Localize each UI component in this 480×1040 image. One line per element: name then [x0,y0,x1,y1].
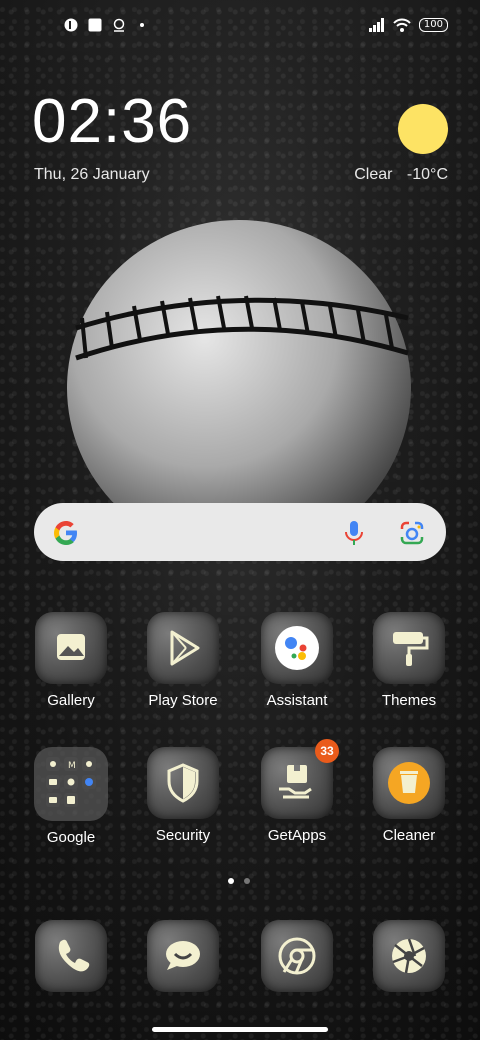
weather-temperature: -10°C [406,166,448,183]
page-dot[interactable] [244,878,250,884]
app-label: Gallery [47,692,95,709]
app-gallery[interactable]: Gallery [16,612,126,709]
dock-camera[interactable] [354,920,464,992]
app-label: Google [46,829,96,846]
camera-aperture-icon [373,920,445,992]
status-bar: 100 [0,0,480,56]
clock-date[interactable]: Thu, 26 January [34,166,150,184]
weather-condition: Clear [354,166,393,183]
sun-icon[interactable] [398,104,448,154]
app-label: Security [155,827,211,844]
play-store-icon [147,612,219,684]
status-left [64,18,144,32]
dock-chrome[interactable] [242,920,352,992]
page-dot-active [228,878,234,884]
app-assistant[interactable]: Assistant [242,612,352,709]
signal-icon [368,18,384,32]
trash-bin-icon [373,747,445,819]
chrome-icon [261,920,333,992]
weather-text[interactable]: Clear -10°C [354,166,448,184]
app-label: Cleaner [382,827,436,844]
app-label: Play Store [148,692,218,709]
gallery-icon [35,612,107,684]
clock-time[interactable]: 02:36 [32,86,192,157]
assistant-icon [261,612,333,684]
app-label: Assistant [266,692,328,709]
more-notifications-dot [140,23,144,27]
app-label: GetApps [267,827,327,844]
shield-icon [147,747,219,819]
dock-phone[interactable] [16,920,126,992]
chat-icon [147,920,219,992]
dock-messaging[interactable] [128,920,238,992]
folder-google[interactable]: M Google [16,747,126,846]
google-search-bar[interactable] [34,503,446,561]
square-icon [88,18,102,32]
phone-icon [35,920,107,992]
location-icon [113,18,125,32]
notification-icon [64,18,78,32]
google-folder-icon: M [34,747,108,821]
svg-text:M: M [68,761,76,771]
google-icon[interactable] [52,519,80,547]
getapps-box-icon: 33 [261,739,339,819]
page-indicator [228,878,250,884]
home-gesture-bar[interactable] [152,1027,328,1032]
notification-badge: 33 [315,739,339,763]
microphone-icon[interactable] [342,519,366,547]
app-security[interactable]: Security [128,747,238,844]
app-cleaner[interactable]: Cleaner [354,747,464,844]
app-themes[interactable]: Themes [354,612,464,709]
wifi-icon [393,18,411,32]
google-lens-icon[interactable] [398,519,426,547]
paint-roller-icon [373,612,445,684]
app-getapps[interactable]: 33 GetApps [242,739,352,844]
baseball-wallpaper-art [67,220,411,518]
app-play-store[interactable]: Play Store [128,612,238,709]
app-label: Themes [381,692,437,709]
battery-indicator: 100 [418,18,448,32]
status-right: 100 [368,18,448,32]
